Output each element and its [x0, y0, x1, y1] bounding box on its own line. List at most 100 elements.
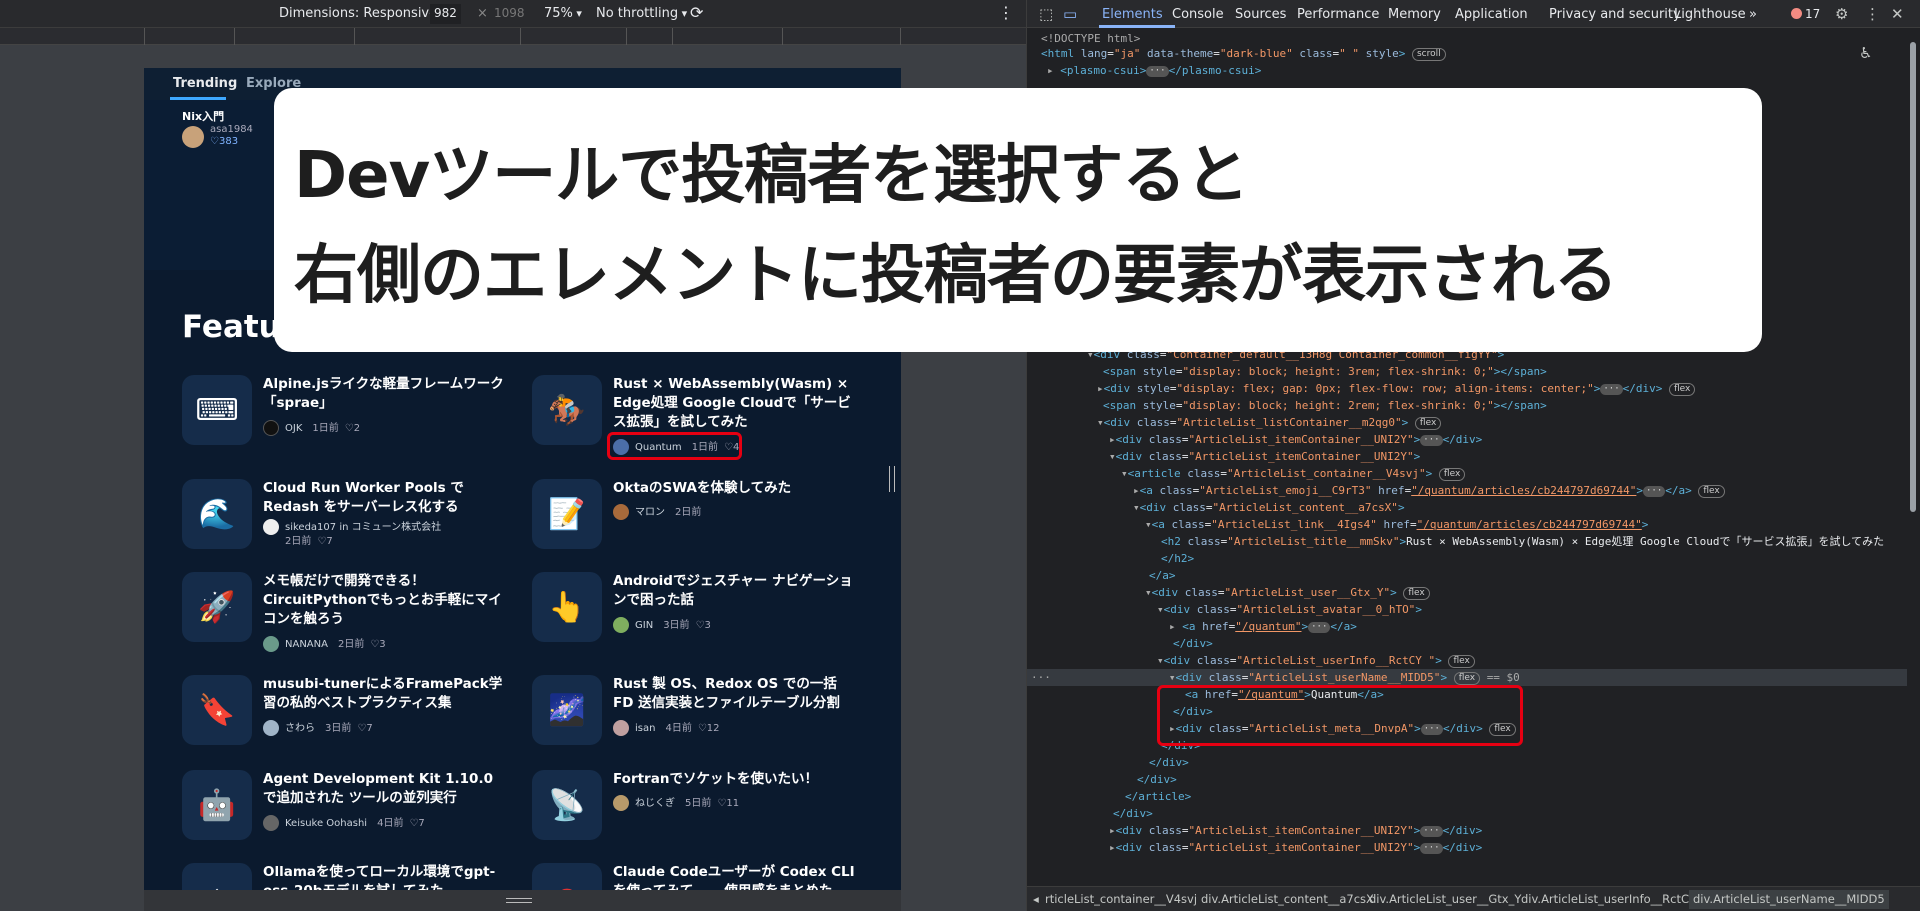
throttling-dropdown[interactable]: No throttling [596, 6, 687, 21]
dom-node[interactable]: ▾<div class="ArticleList_content__a7csX"… [1133, 499, 1405, 516]
dom-node[interactable]: ▸<div class="ArticleList_itemContainer__… [1109, 839, 1482, 856]
settings-gear-icon[interactable]: ⚙ [1835, 5, 1848, 23]
article-title[interactable]: Rust 製 OS、Redox OS での一括 FD 送信実装とファイルテーブル… [613, 675, 858, 713]
more-tabs-icon[interactable]: » [1749, 7, 1757, 22]
dom-node[interactable]: ▾<a class="ArticleList_link__4Igs4" href… [1145, 516, 1648, 533]
dom-node[interactable]: </div> [1113, 805, 1153, 822]
article-title[interactable]: musubi-tunerによるFramePack学習の私的ベストプラクティス集 [263, 675, 508, 713]
article-card[interactable]: 🚀 メモ帳だけで開発できる！CircuitPythonでもっとお手軽にマイコンを… [182, 572, 512, 662]
dom-node[interactable]: </div> [1137, 771, 1177, 788]
article-org[interactable]: in コミューン株式会社 [339, 522, 441, 533]
article-title[interactable]: OktaのSWAを体験してみた [613, 479, 858, 498]
article-user[interactable]: Keisuke Oohashi [285, 818, 367, 829]
article-title[interactable]: Claude Codeユーザーが Codex CLIを使ってみて、… 使用感をま… [613, 863, 858, 890]
article-card[interactable]: ● Claude Codeユーザーが Codex CLIを使ってみて、… 使用感… [532, 863, 862, 890]
dimensions-dropdown[interactable]: Dimensions: Responsive [279, 6, 446, 21]
dom-node[interactable]: <html lang="ja" data-theme="dark-blue" c… [1041, 45, 1446, 62]
dom-node[interactable]: ▸<div class="ArticleList_itemContainer__… [1109, 822, 1482, 839]
breadcrumb-item[interactable]: div.ArticleList_userInfo__RctCY. [1521, 892, 1697, 906]
article-title[interactable]: メモ帳だけで開発できる！CircuitPythonでもっとお手軽にマイコンを触ろ… [263, 572, 508, 629]
article-user[interactable]: GIN [635, 620, 653, 631]
dom-node[interactable]: </article> [1125, 788, 1191, 805]
article-title[interactable]: Cloud Run Worker Pools で Redash をサーバーレス化… [263, 479, 508, 517]
error-count: 17 [1805, 7, 1821, 21]
tab-elements[interactable]: Elements [1102, 7, 1163, 22]
error-badge[interactable]: 17 [1791, 7, 1820, 21]
dom-node[interactable]: ▸ <a href="/quantum"> ··· </a> [1169, 618, 1357, 635]
tab-privacy-security[interactable]: Privacy and security [1549, 7, 1681, 22]
tab-console[interactable]: Console [1172, 7, 1224, 22]
rotate-icon[interactable]: ⟳ [690, 3, 703, 22]
article-date: 5日前 [685, 798, 712, 809]
device-toggle-icon[interactable]: ▭ [1063, 5, 1077, 23]
article-card[interactable]: ⌨ Alpine.jsライクな軽量フレームワーク「sprae」 OJK 1日前 ♡2 [182, 375, 512, 465]
tab-sources[interactable]: Sources [1235, 7, 1286, 22]
dom-node[interactable]: <h2 class="ArticleList_title__mmSkv">Rus… [1161, 533, 1884, 550]
close-icon[interactable]: ✕ [1891, 5, 1904, 23]
article-user[interactable]: マロン [635, 507, 665, 518]
article-title[interactable]: Agent Development Kit 1.10.0 で追加された ツールの… [263, 770, 508, 808]
article-card[interactable]: 👆 Androidでジェスチャー ナビゲーションで困った話 GIN 3日前 ♡3 [532, 572, 862, 662]
article-card[interactable]: 🌊 Cloud Run Worker Pools で Redash をサーバーレ… [182, 479, 512, 569]
article-user[interactable]: isan [635, 723, 655, 734]
width-input[interactable]: 982 [430, 4, 461, 24]
dom-node[interactable]: </div> [1173, 635, 1213, 652]
tab-performance[interactable]: Performance [1297, 7, 1379, 22]
more-options-icon[interactable]: ⋮ [1865, 5, 1880, 23]
resize-handle-right[interactable] [889, 466, 895, 492]
media-query-ruler[interactable] [0, 28, 1026, 45]
height-input[interactable]: 1098 [490, 4, 529, 24]
dom-node[interactable]: <span style="display: block; height: 2re… [1103, 397, 1547, 414]
article-user[interactable]: OJK [285, 423, 302, 434]
resize-handle-bottom[interactable] [144, 890, 901, 911]
dom-node[interactable]: ▾<div class="ArticleList_user__Gtx_Y"> f… [1145, 584, 1430, 601]
dom-node[interactable]: ▾<div class="ArticleList_listContainer__… [1097, 414, 1442, 431]
article-card[interactable]: 🔖 musubi-tunerによるFramePack学習の私的ベストプラクティス… [182, 675, 512, 765]
dom-node[interactable]: </h2> [1161, 550, 1194, 567]
dom-tree-scrollbar[interactable] [1909, 32, 1917, 882]
article-title[interactable]: Fortranでソケットを使いたい！ [613, 770, 858, 789]
article-user[interactable]: sikeda107 [285, 522, 336, 533]
breadcrumb-scroll-left-icon[interactable]: ◂ [1033, 892, 1039, 906]
dom-node[interactable]: </a> [1149, 567, 1176, 584]
dom-node[interactable]: ▸<div class="ArticleList_itemContainer__… [1109, 431, 1482, 448]
article-user[interactable]: さわら [285, 723, 315, 734]
article-user[interactable]: ねじくぎ [635, 798, 675, 809]
article-card[interactable]: 🌌 Rust 製 OS、Redox OS での一括 FD 送信実装とファイルテー… [532, 675, 862, 765]
trending-item[interactable]: Nix入門 asa1984 ♡383 [182, 108, 253, 148]
article-card[interactable]: 🤖 Agent Development Kit 1.10.0 で追加された ツー… [182, 770, 512, 860]
article-user[interactable]: NANANA [285, 639, 328, 650]
tab-trending[interactable]: Trending [173, 76, 237, 91]
dom-node[interactable]: ▸ <plasmo-csui> ··· </plasmo-csui> [1047, 62, 1261, 79]
dom-node[interactable]: <span style="display: block; height: 3re… [1103, 363, 1547, 380]
avatar [263, 815, 279, 831]
rocket-icon: 🚀 [182, 572, 252, 642]
article-title[interactable]: Alpine.jsライクな軽量フレームワーク「sprae」 [263, 375, 508, 413]
article-card[interactable]: 📝 OktaのSWAを体験してみた マロン 2日前 [532, 479, 862, 569]
article-card[interactable]: 📡 Fortranでソケットを使いたい！ ねじくぎ 5日前 ♡11 [532, 770, 862, 860]
dom-node[interactable]: ▾<article class="ArticleList_container__… [1121, 465, 1466, 482]
article-date: 4日前 [377, 818, 404, 829]
tab-application[interactable]: Application [1455, 7, 1528, 22]
dom-node[interactable]: ▾<div class="ArticleList_itemContainer__… [1109, 448, 1420, 465]
inspect-element-icon[interactable]: ⬚ [1039, 5, 1053, 23]
article-title[interactable]: Rust × WebAssembly(Wasm) × Edge処理 Google… [613, 375, 858, 432]
article-title[interactable]: Ollamaを使ってローカル環境でgpt-oss-20bモデルを試してみた [263, 863, 508, 890]
tab-memory[interactable]: Memory [1388, 7, 1441, 22]
dom-node[interactable]: ▾<div class="ArticleList_avatar__0_hTO"> [1157, 601, 1422, 618]
article-card[interactable]: ◆ Ollamaを使ってローカル環境でgpt-oss-20bモデルを試してみた [182, 863, 512, 890]
dom-node[interactable]: ▾<div class="ArticleList_userInfo__RctCY… [1157, 652, 1475, 669]
tab-lighthouse[interactable]: Lighthouse [1674, 7, 1746, 22]
breadcrumb-item[interactable]: div.ArticleList_content__a7csX [1201, 892, 1374, 906]
more-options-icon[interactable]: ⋮ [998, 3, 1014, 22]
dom-node[interactable]: ▸<a class="ArticleList_emoji__C9rT3" hre… [1133, 482, 1725, 499]
selected-dom-node[interactable]: ··· ▾<div class="ArticleList_userName__MI… [1027, 669, 1907, 687]
article-title[interactable]: Androidでジェスチャー ナビゲーションで困った話 [613, 572, 858, 610]
breadcrumb-item[interactable]: rticleList_container__V4svj [1045, 892, 1197, 906]
dom-node[interactable]: ▸<div style="display: flex; gap: 0px; fl… [1097, 380, 1696, 397]
breadcrumb-item-current[interactable]: div.ArticleList_userName__MIDD5 [1689, 890, 1889, 909]
dom-node[interactable]: </div> [1149, 754, 1189, 771]
zoom-dropdown[interactable]: 75% [544, 6, 582, 21]
breadcrumb-item[interactable]: div.ArticleList_user__Gtx_Y [1369, 892, 1521, 906]
trending-title: Nix入門 [182, 110, 225, 123]
